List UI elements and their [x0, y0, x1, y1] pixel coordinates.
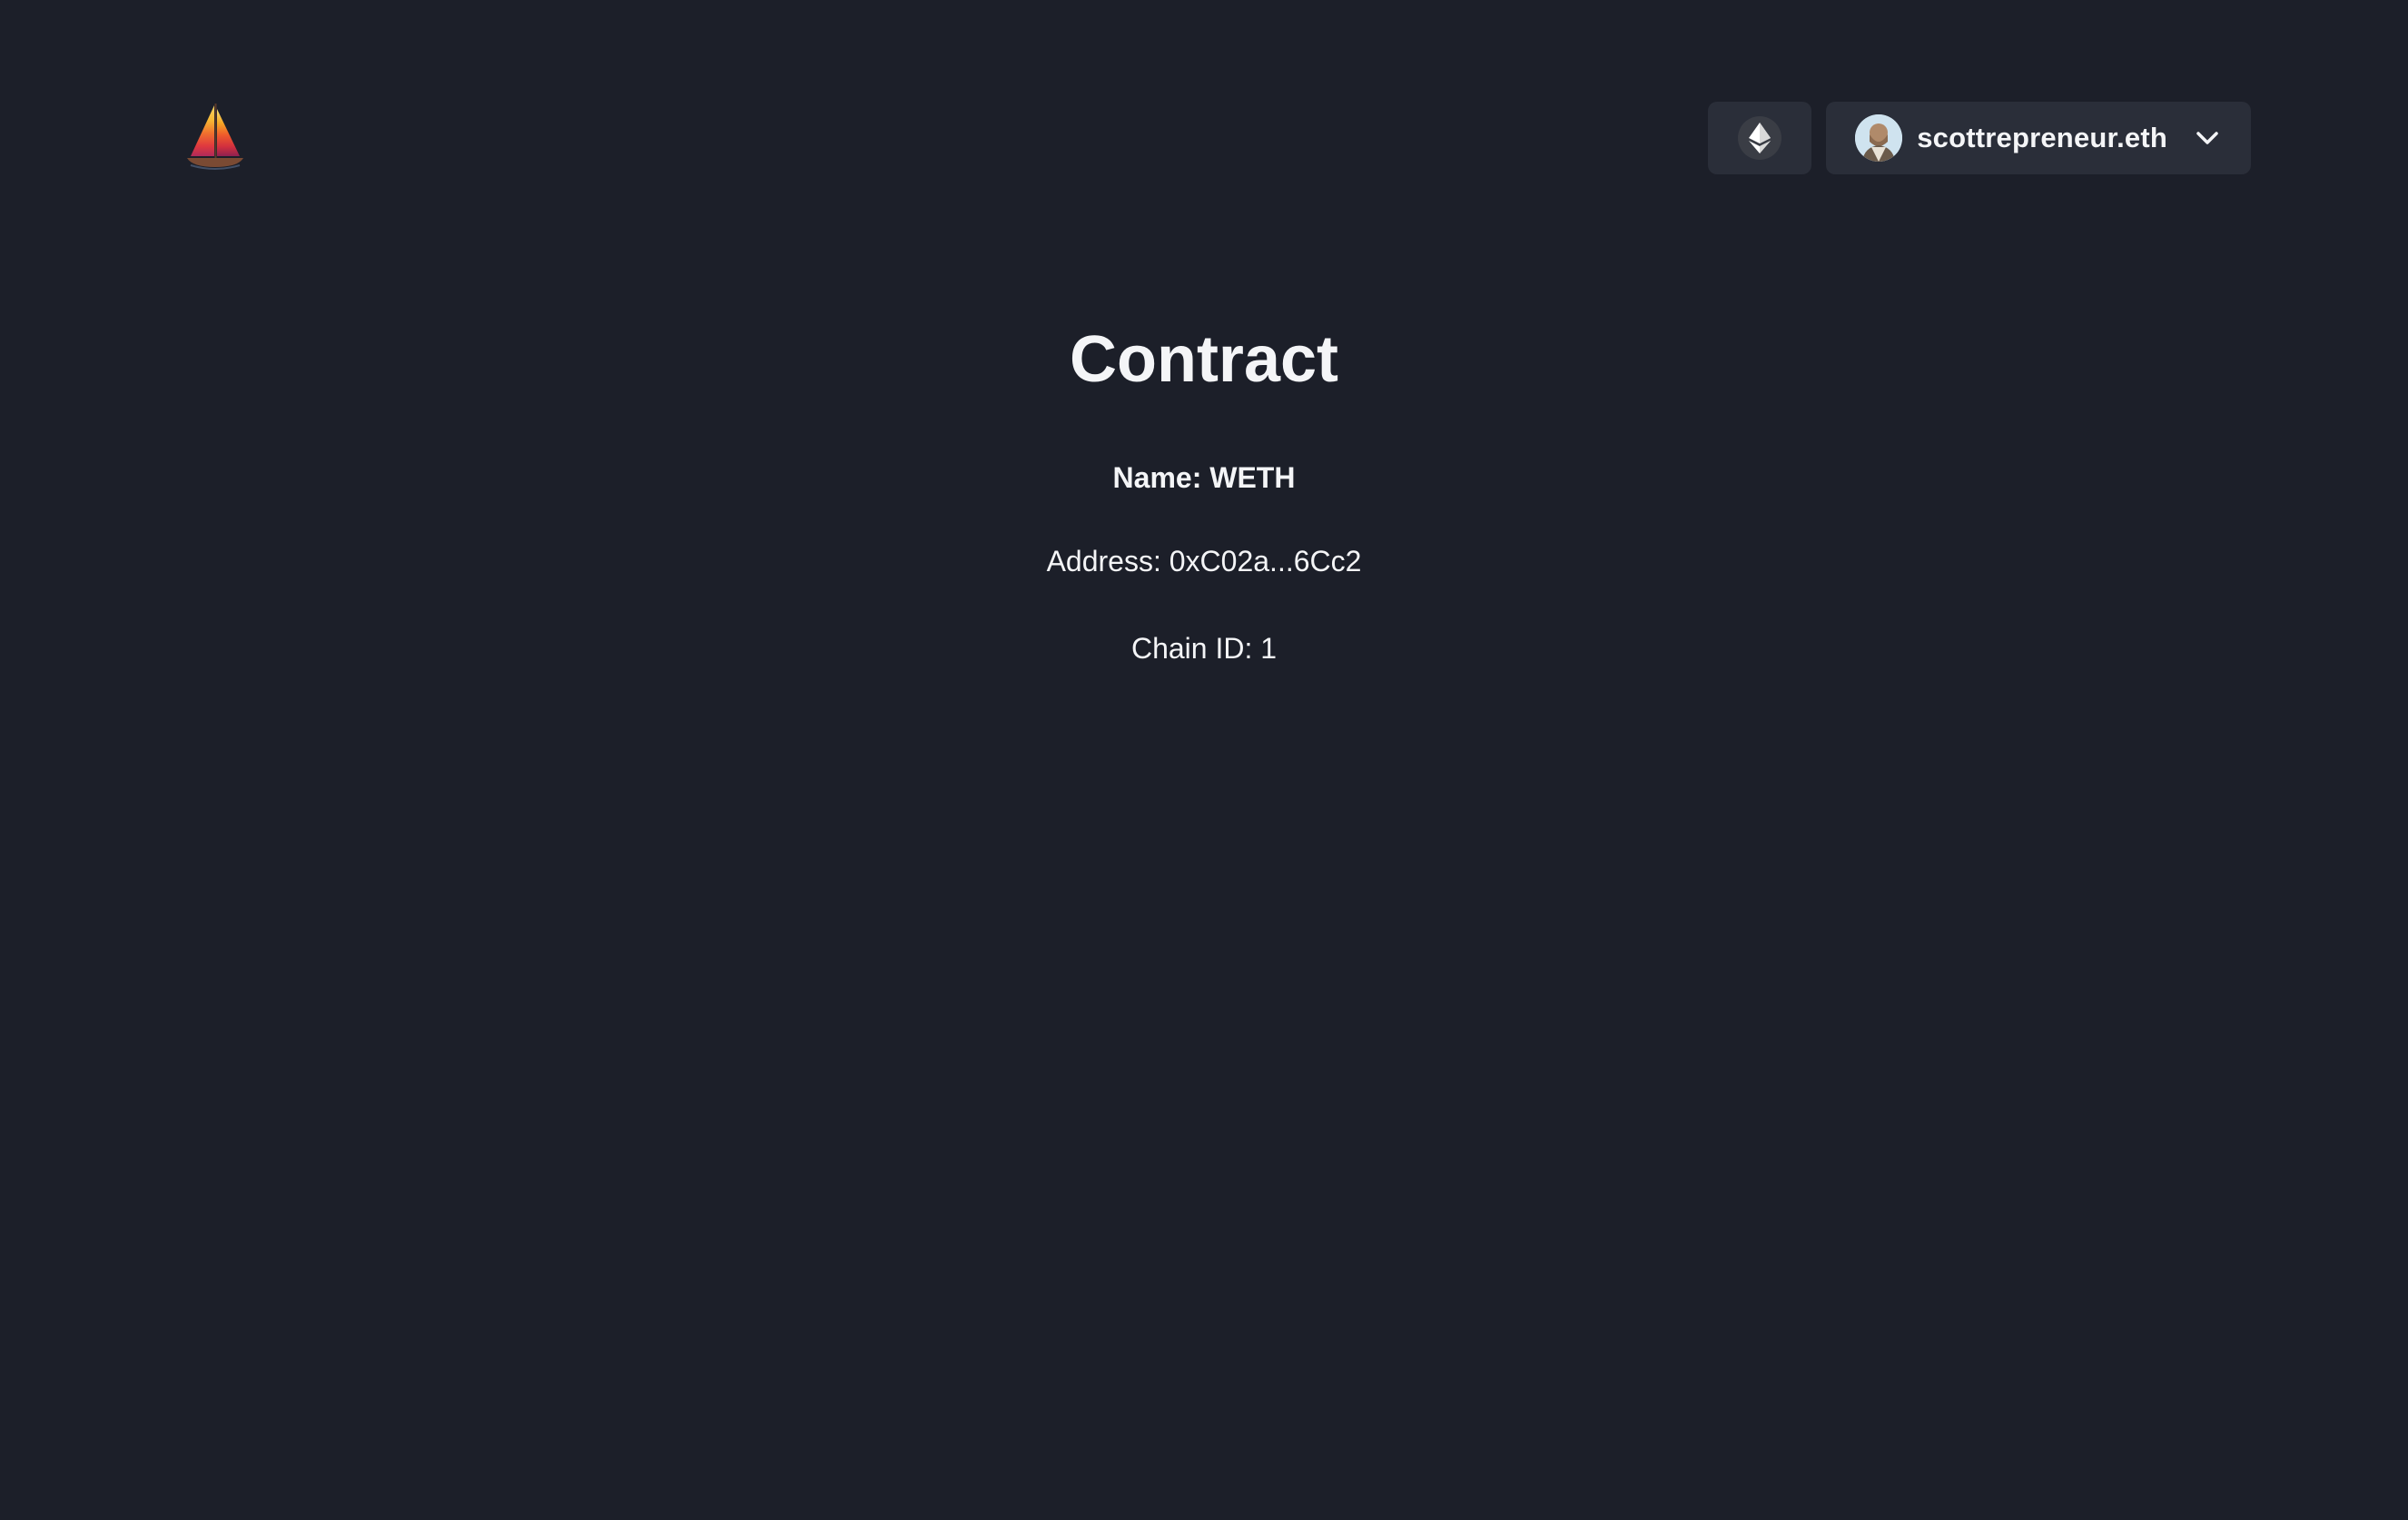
account-menu-button[interactable]: scottrepreneur.eth — [1826, 102, 2251, 174]
contract-chain-id: Chain ID: 1 — [1130, 632, 1278, 665]
contract-name: Name: WETH — [1112, 461, 1296, 494]
contract-address: Address: 0xC02a...6Cc2 — [1046, 545, 1362, 577]
avatar-icon — [1855, 114, 1903, 162]
account-name: scottrepreneur.eth — [1917, 122, 2167, 153]
ethereum-icon — [1738, 116, 1782, 160]
sailboat-logo-icon[interactable] — [185, 102, 245, 171]
wallet-controls: scottrepreneur.eth — [1708, 102, 2251, 174]
page: scottrepreneur.eth Contract Name: WETH A… — [0, 0, 2408, 1520]
contract-details: Contract Name: WETH Address: 0xC02a...6C… — [0, 318, 2408, 666]
page-title: Contract — [1069, 323, 1338, 396]
chain-switch-button[interactable] — [1708, 102, 1812, 174]
chevron-down-icon — [2195, 125, 2220, 151]
